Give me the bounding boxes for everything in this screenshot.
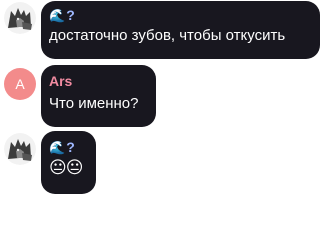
message-emoji: 😐😐 [49, 158, 83, 178]
message-3: 🌊? 😐😐 [0, 130, 320, 196]
avatar[interactable] [4, 133, 36, 165]
message-2: A Ars Что именно? [0, 64, 320, 128]
avatar[interactable] [4, 2, 36, 34]
avatar[interactable]: A [4, 68, 36, 100]
wolf-avatar-icon [4, 133, 36, 165]
sender-name[interactable]: Ars [49, 73, 148, 90]
message-bubble: 🌊? достаточно зубов, чтобы откусить [41, 1, 320, 59]
wave-icon: 🌊 [49, 140, 66, 155]
wolf-avatar-icon [4, 2, 36, 34]
sender-name[interactable]: 🌊? [49, 7, 312, 24]
wave-icon: 🌊 [49, 8, 66, 23]
message-bubble: 🌊? 😐😐 [41, 131, 96, 194]
message-text: Что именно? [49, 95, 139, 112]
sender-name[interactable]: 🌊? [49, 139, 88, 156]
avatar-letter: A [15, 76, 25, 92]
message-bubble: Ars Что именно? [41, 65, 156, 127]
message-text: достаточно зубов, чтобы откусить [49, 27, 286, 44]
message-1: 🌊? достаточно зубов, чтобы откусить [0, 0, 320, 60]
